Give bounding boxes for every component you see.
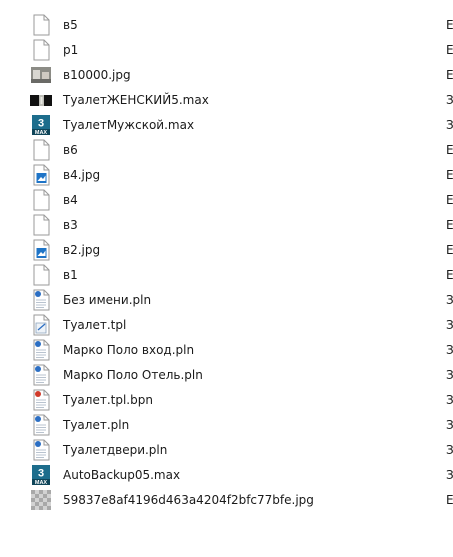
blank-file-icon [30, 14, 52, 36]
file-type-cell: З [446, 343, 453, 357]
archicad-pln-icon [30, 289, 52, 311]
svg-text:3: 3 [38, 468, 44, 480]
grid-thumbnail-icon [30, 489, 52, 511]
file-row[interactable]: Туалет.tpl З [0, 313, 453, 338]
file-row[interactable]: р1 Е [0, 38, 453, 63]
svg-text:3: 3 [38, 118, 44, 130]
svg-text:MAX: MAX [35, 480, 48, 486]
archicad-bpn-icon [30, 389, 52, 411]
file-type-cell: Е [446, 143, 453, 157]
dark-thumbnail-icon [30, 89, 52, 111]
file-type-cell: Е [446, 68, 453, 82]
photo-file-icon [30, 164, 52, 186]
file-type-cell: Е [446, 218, 453, 232]
file-name: Без имени.pln [63, 293, 152, 307]
file-type-cell: З [446, 443, 453, 457]
file-row[interactable]: 3 MAX AutoBackup05.max З [0, 463, 453, 488]
file-name: AutoBackup05.max [63, 468, 181, 482]
file-name: Марко Поло вход.pln [63, 343, 195, 357]
3dsmax-file-icon: 3 MAX [30, 114, 52, 136]
photo-file-icon [30, 239, 52, 261]
file-row[interactable]: Туалет.pln З [0, 413, 453, 438]
file-name: в10000.jpg [63, 68, 131, 82]
blank-file-icon [30, 214, 52, 236]
file-type-cell: З [446, 318, 453, 332]
file-type-cell: З [446, 418, 453, 432]
blank-file-icon [30, 39, 52, 61]
file-row[interactable]: Без имени.pln З [0, 288, 453, 313]
svg-text:MAX: MAX [35, 130, 48, 136]
file-row[interactable]: Туалетдвери.pln З [0, 438, 453, 463]
file-row[interactable]: в3 Е [0, 213, 453, 238]
file-row[interactable]: Туалет.tpl.bpn З [0, 388, 453, 413]
archicad-tpl-icon [30, 314, 52, 336]
file-name: Туалет.tpl [63, 318, 127, 332]
file-row[interactable]: в6 Е [0, 138, 453, 163]
file-type-cell: Е [446, 493, 453, 507]
file-type-cell: Е [446, 18, 453, 32]
file-type-cell: Е [446, 168, 453, 182]
file-name: в6 [63, 143, 78, 157]
file-name: Туалет.tpl.bpn [63, 393, 153, 407]
blank-file-icon [30, 264, 52, 286]
file-name: в5 [63, 18, 78, 32]
file-row[interactable]: в4.jpg Е [0, 163, 453, 188]
archicad-pln-icon [30, 439, 52, 461]
file-type-cell: З [446, 468, 453, 482]
file-name: в2.jpg [63, 243, 101, 257]
file-name: Марко Поло Отель.pln [63, 368, 203, 382]
file-name: р1 [63, 43, 79, 57]
file-row[interactable]: в2.jpg Е [0, 238, 453, 263]
file-row[interactable]: в1 Е [0, 263, 453, 288]
file-row[interactable]: Марко Поло вход.pln З [0, 338, 453, 363]
image-thumbnail-icon [30, 64, 52, 86]
archicad-pln-icon [30, 414, 52, 436]
3dsmax-file-icon: 3 MAX [30, 464, 52, 486]
file-row[interactable]: 3 MAX ТуалетМужской.max З [0, 113, 453, 138]
file-row[interactable]: в5 Е [0, 13, 453, 38]
file-row[interactable]: в10000.jpg Е [0, 63, 453, 88]
archicad-pln-icon [30, 339, 52, 361]
file-row[interactable]: Марко Поло Отель.pln З [0, 363, 453, 388]
file-type-cell: З [446, 393, 453, 407]
file-name: ТуалетМужской.max [63, 118, 195, 132]
file-type-cell: З [446, 118, 453, 132]
file-type-cell: Е [446, 268, 453, 282]
archicad-pln-icon [30, 364, 52, 386]
file-type-cell: Е [446, 43, 453, 57]
file-type-cell: З [446, 93, 453, 107]
file-type-cell: З [446, 293, 453, 307]
file-name: в3 [63, 218, 78, 232]
file-name: Туалетдвери.pln [63, 443, 168, 457]
blank-file-icon [30, 139, 52, 161]
file-name: 59837e8af4196d463a4204f2bfc77bfe.jpg [63, 493, 314, 507]
file-row[interactable]: 59837e8af4196d463a4204f2bfc77bfe.jpg Е [0, 488, 453, 513]
file-name: ТуалетЖЕНСКИЙ5.max [63, 93, 209, 107]
file-row[interactable]: ТуалетЖЕНСКИЙ5.max З [0, 88, 453, 113]
file-name: Туалет.pln [63, 418, 130, 432]
file-type-cell: З [446, 368, 453, 382]
file-list: в5 Ер1 Ев10000.jpg Е ТуалетЖЕНСКИЙ5.max З 3 MAX… [0, 13, 453, 513]
file-type-cell: Е [446, 193, 453, 207]
blank-file-icon [30, 189, 52, 211]
file-name: в1 [63, 268, 78, 282]
file-type-cell: Е [446, 243, 453, 257]
file-row[interactable]: в4 Е [0, 188, 453, 213]
file-name: в4.jpg [63, 168, 101, 182]
file-name: в4 [63, 193, 78, 207]
